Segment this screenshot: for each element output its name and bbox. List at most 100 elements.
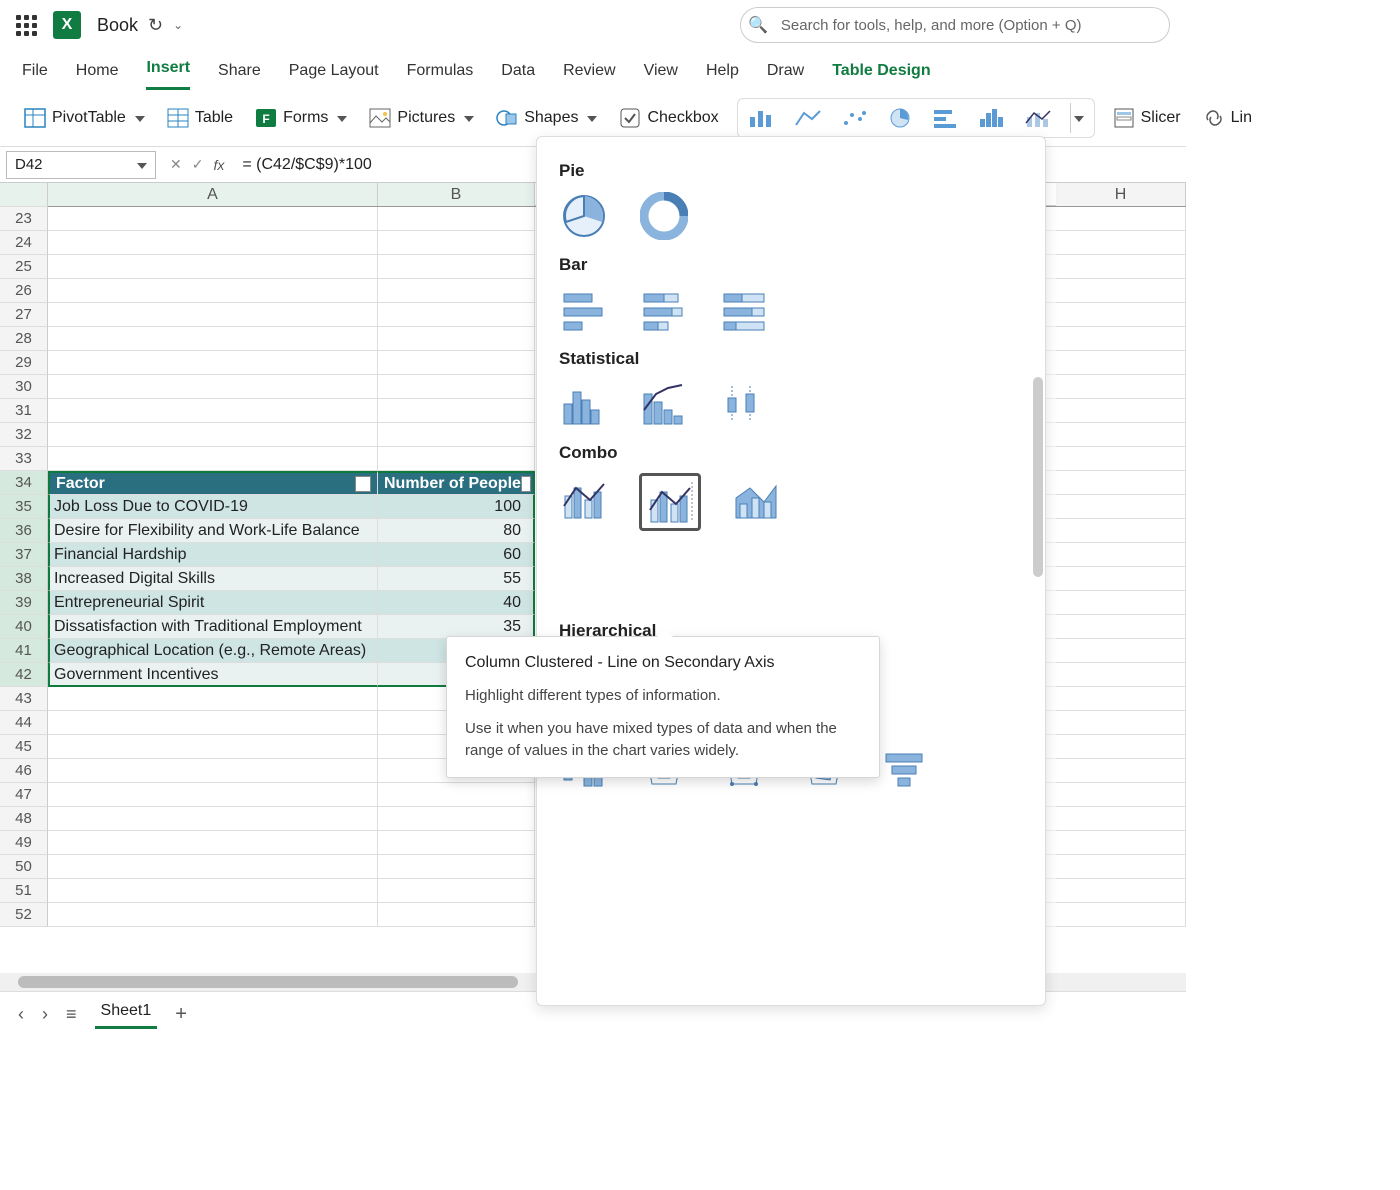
histogram-option[interactable]: [559, 379, 609, 429]
row-header[interactable]: 39: [0, 591, 48, 615]
search-input[interactable]: Search for tools, help, and more (Option…: [740, 7, 1170, 43]
table-button[interactable]: Table: [163, 104, 237, 132]
row-header[interactable]: 32: [0, 423, 48, 447]
row-header[interactable]: 49: [0, 831, 48, 855]
combo-stacked-area-option[interactable]: [731, 473, 781, 523]
cell[interactable]: [378, 255, 535, 279]
cell[interactable]: [48, 423, 378, 447]
tab-tabledesign[interactable]: Table Design: [832, 62, 930, 90]
row-header[interactable]: 41: [0, 639, 48, 663]
column-chart-icon[interactable]: [748, 107, 776, 129]
select-all-corner[interactable]: [0, 183, 48, 207]
cell[interactable]: Entrepreneurial Spirit: [48, 591, 378, 615]
cell[interactable]: [1056, 783, 1186, 807]
cell[interactable]: [1056, 255, 1186, 279]
tab-review[interactable]: Review: [563, 62, 615, 90]
column-header-a[interactable]: A: [48, 183, 378, 206]
cell[interactable]: Increased Digital Skills: [48, 567, 378, 591]
cell[interactable]: Desire for Flexibility and Work-Life Bal…: [48, 519, 378, 543]
cell[interactable]: 100: [378, 495, 535, 519]
cell[interactable]: [1056, 327, 1186, 351]
row-header[interactable]: 43: [0, 687, 48, 711]
row-header[interactable]: 50: [0, 855, 48, 879]
scatter-chart-icon[interactable]: [840, 107, 868, 129]
cell[interactable]: 40: [378, 591, 535, 615]
cell[interactable]: [1056, 231, 1186, 255]
pivottable-button[interactable]: PivotTable: [20, 104, 149, 132]
cell[interactable]: [48, 207, 378, 231]
row-header[interactable]: 29: [0, 351, 48, 375]
tab-insert[interactable]: Insert: [146, 59, 190, 90]
row-header[interactable]: 40: [0, 615, 48, 639]
cell[interactable]: [48, 735, 378, 759]
pictures-button[interactable]: Pictures: [365, 104, 478, 132]
pie-chart-icon[interactable]: [886, 107, 914, 129]
shapes-button[interactable]: Shapes: [492, 104, 601, 132]
cell[interactable]: Number of People▾: [378, 471, 535, 495]
bar-chart-icon[interactable]: [932, 107, 960, 129]
cell[interactable]: [378, 903, 535, 927]
cell[interactable]: [48, 783, 378, 807]
cell[interactable]: [378, 447, 535, 471]
cell[interactable]: [48, 303, 378, 327]
cell[interactable]: [48, 711, 378, 735]
cell[interactable]: [48, 759, 378, 783]
cell[interactable]: [1056, 519, 1186, 543]
row-header[interactable]: 23: [0, 207, 48, 231]
cell[interactable]: Dissatisfaction with Traditional Employm…: [48, 615, 378, 639]
cell[interactable]: [378, 879, 535, 903]
cell[interactable]: [378, 327, 535, 351]
cell[interactable]: [48, 807, 378, 831]
pie-2d-option[interactable]: [559, 191, 609, 241]
row-header[interactable]: 37: [0, 543, 48, 567]
row-header[interactable]: 28: [0, 327, 48, 351]
cell[interactable]: [48, 903, 378, 927]
cell[interactable]: [1056, 447, 1186, 471]
cell[interactable]: [378, 351, 535, 375]
tab-file[interactable]: File: [22, 62, 48, 90]
row-header[interactable]: 36: [0, 519, 48, 543]
cell[interactable]: [378, 855, 535, 879]
row-header[interactable]: 52: [0, 903, 48, 927]
cell[interactable]: [48, 375, 378, 399]
pareto-option[interactable]: [639, 379, 689, 429]
row-header[interactable]: 48: [0, 807, 48, 831]
cell[interactable]: [48, 447, 378, 471]
column-header-h[interactable]: H: [1056, 183, 1186, 206]
bar-clustered-option[interactable]: [559, 285, 609, 335]
tab-help[interactable]: Help: [706, 62, 739, 90]
row-header[interactable]: 47: [0, 783, 48, 807]
cell[interactable]: [48, 687, 378, 711]
cell[interactable]: [1056, 807, 1186, 831]
cell[interactable]: [48, 231, 378, 255]
cell[interactable]: [1056, 639, 1186, 663]
cell[interactable]: [378, 375, 535, 399]
cell[interactable]: [378, 231, 535, 255]
row-header[interactable]: 31: [0, 399, 48, 423]
line-chart-icon[interactable]: [794, 107, 822, 129]
cell[interactable]: [48, 831, 378, 855]
chart-gallery-dropdown[interactable]: [1070, 103, 1084, 133]
cell[interactable]: [1056, 207, 1186, 231]
cell[interactable]: [1056, 543, 1186, 567]
cell[interactable]: [378, 279, 535, 303]
row-header[interactable]: 35: [0, 495, 48, 519]
cell[interactable]: 55: [378, 567, 535, 591]
slicer-button[interactable]: Slicer: [1109, 104, 1185, 132]
cell[interactable]: [1056, 879, 1186, 903]
tab-data[interactable]: Data: [501, 62, 535, 90]
bar-100stacked-option[interactable]: [719, 285, 769, 335]
cell[interactable]: [378, 831, 535, 855]
cell[interactable]: [48, 279, 378, 303]
combo-clustered-line-option[interactable]: [559, 473, 609, 523]
cell[interactable]: [1056, 351, 1186, 375]
column-header-b[interactable]: B: [378, 183, 535, 206]
cell[interactable]: [1056, 759, 1186, 783]
cell[interactable]: Factor▾: [48, 471, 378, 495]
combo-chart-icon[interactable]: [1024, 107, 1052, 129]
cell[interactable]: Government Incentives: [48, 663, 378, 687]
row-header[interactable]: 51: [0, 879, 48, 903]
cell[interactable]: [378, 807, 535, 831]
cell[interactable]: [1056, 423, 1186, 447]
row-header[interactable]: 42: [0, 663, 48, 687]
